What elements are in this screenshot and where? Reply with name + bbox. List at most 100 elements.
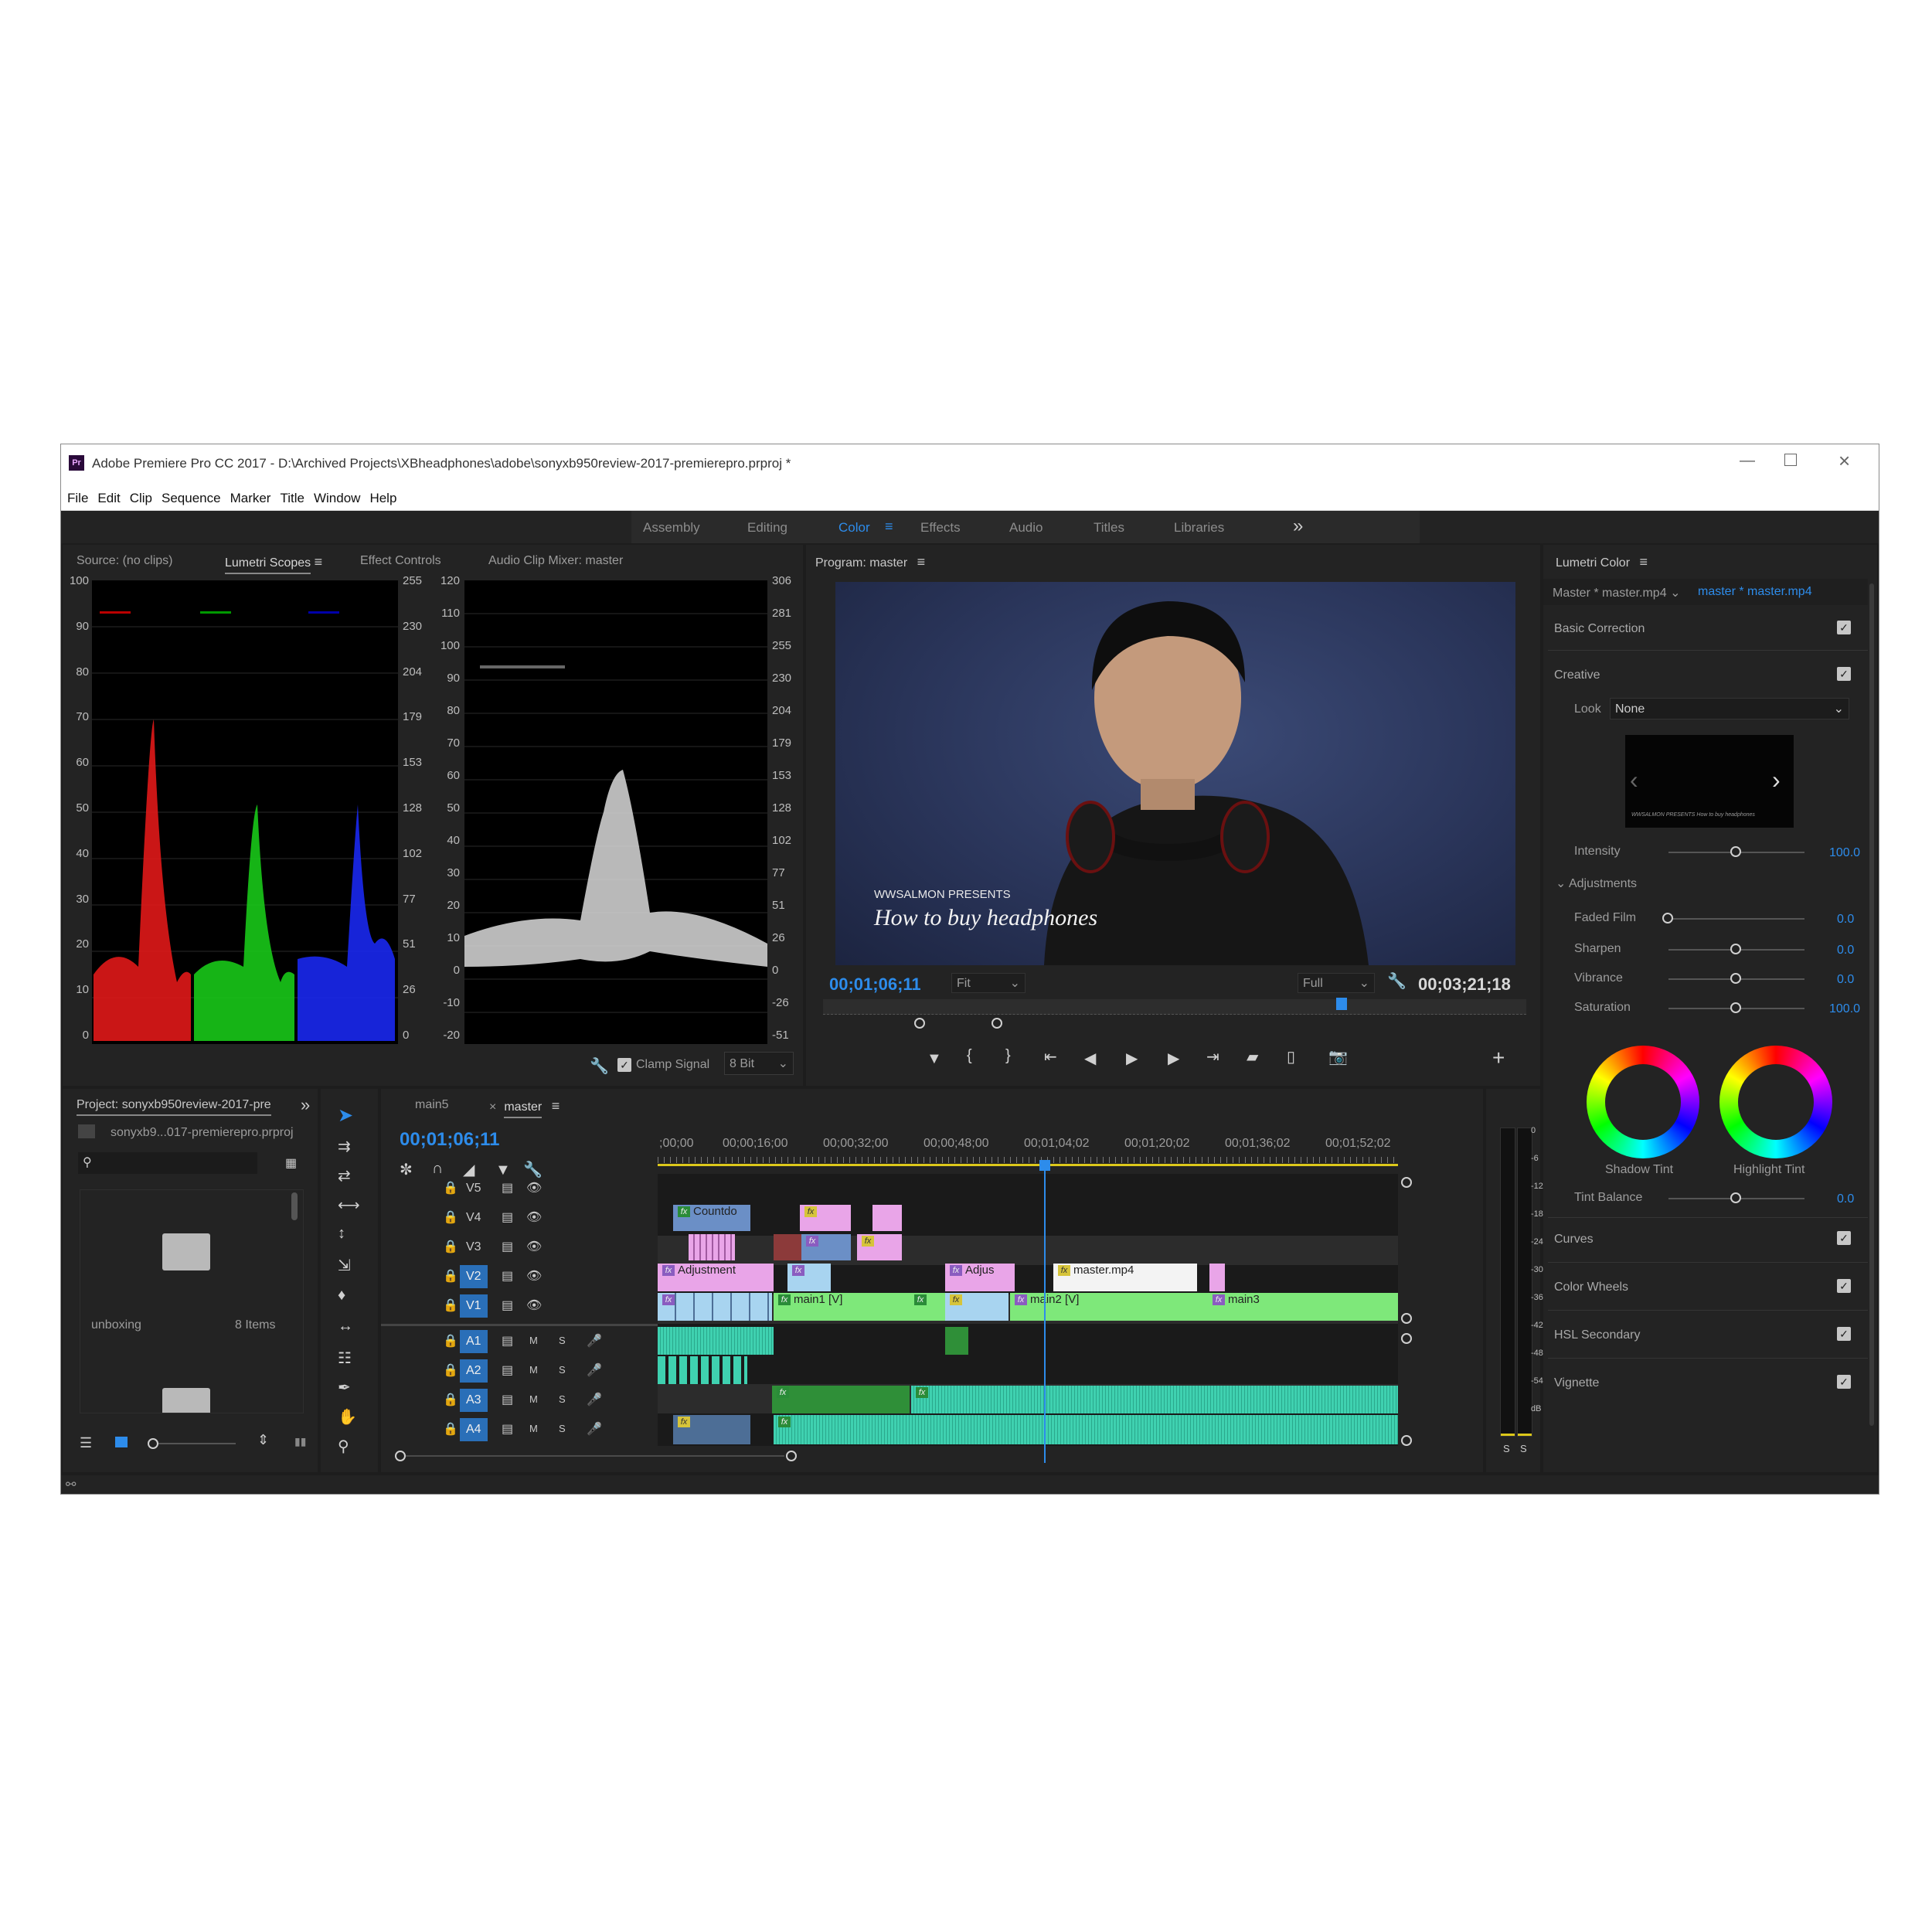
sharpen-knob[interactable] (1730, 944, 1741, 954)
basic-correction-header[interactable]: Basic Correction (1554, 622, 1645, 636)
clip-a3[interactable]: fx (911, 1386, 1398, 1413)
highlight-tint-wheel[interactable] (1719, 1046, 1832, 1158)
clip-v1-green[interactable]: fx (910, 1293, 945, 1321)
menu-marker[interactable]: Marker (230, 491, 271, 505)
panel-menu-icon[interactable]: ≡ (315, 554, 323, 570)
maximize-icon[interactable] (1784, 454, 1797, 466)
sort-icon[interactable]: ⇕ (257, 1432, 269, 1448)
sync-lock-icon[interactable]: ▤ (502, 1362, 513, 1378)
lock-icon[interactable]: 🔒 (443, 1362, 458, 1378)
sync-lock-icon[interactable]: ▤ (502, 1180, 513, 1196)
clip-v3-pink[interactable]: fx (857, 1234, 902, 1260)
quality-select[interactable]: Full ⌄ (1298, 973, 1375, 993)
clip-v2-blue[interactable]: fx (787, 1264, 831, 1291)
timeline-zoom-right[interactable] (786, 1451, 797, 1461)
lock-icon[interactable]: 🔒 (443, 1421, 458, 1437)
sync-lock-icon[interactable]: ▤ (502, 1333, 513, 1349)
slide-tool-icon[interactable]: ↔ (338, 1318, 353, 1335)
mute-button[interactable]: M (529, 1393, 538, 1405)
clip-a1[interactable] (658, 1327, 774, 1355)
menu-edit[interactable]: Edit (97, 491, 120, 505)
pen-tool-icon[interactable]: ☷ (338, 1349, 352, 1368)
lock-icon[interactable]: 🔒 (443, 1392, 458, 1407)
adjustments-toggle[interactable]: ⌄ Adjustments (1556, 876, 1637, 891)
track-scroll-knob[interactable] (1401, 1177, 1412, 1188)
step-back-icon[interactable]: ◀ (1084, 1049, 1096, 1068)
lock-icon[interactable]: 🔒 (443, 1268, 458, 1284)
solo-button[interactable]: S (559, 1423, 566, 1434)
clip-v1-blue[interactable]: fx (658, 1293, 772, 1321)
workspace-color[interactable]: Color (838, 520, 870, 536)
menu-window[interactable]: Window (314, 491, 360, 505)
solo-button[interactable]: S (559, 1335, 566, 1346)
creative-cloud-icon[interactable]: ⚯ (66, 1477, 76, 1492)
go-to-in-icon[interactable]: ⇤ (1044, 1047, 1057, 1066)
mic-icon[interactable]: 🎤 (587, 1362, 602, 1378)
sync-lock-icon[interactable]: ▤ (502, 1209, 513, 1225)
clip-v3-blue[interactable]: fx (801, 1234, 851, 1260)
add-marker-icon[interactable]: ▼ (927, 1050, 942, 1068)
lock-icon[interactable]: 🔒 (443, 1298, 458, 1313)
workspace-titles[interactable]: Titles (1094, 520, 1124, 536)
track-target-v1[interactable]: V1 (460, 1294, 488, 1318)
clip-a4[interactable]: fx (774, 1415, 1398, 1444)
clip-v1-blue[interactable]: fx (945, 1293, 1009, 1321)
mark-in-icon[interactable]: { (967, 1047, 972, 1065)
program-scrub-bar[interactable] (823, 999, 1526, 1015)
clip-a3-green[interactable]: fx (772, 1386, 910, 1413)
folder-icon[interactable] (162, 1233, 210, 1270)
panel-menu-icon[interactable]: ≡ (917, 554, 926, 570)
curves-header[interactable]: Curves (1554, 1233, 1594, 1247)
track-scroll-knob[interactable] (1401, 1313, 1412, 1324)
eye-icon[interactable]: 👁 (526, 1268, 542, 1284)
clip-master[interactable]: fx master.mp4 (1053, 1264, 1197, 1291)
faded-film-knob[interactable] (1662, 913, 1673, 923)
lumetri-scrollbar[interactable] (1869, 583, 1874, 1426)
clip-adju[interactable]: fx Adjus (945, 1264, 1015, 1291)
timeline-zoom-bar[interactable] (406, 1455, 784, 1457)
nest-toggle-icon[interactable]: ✼ (400, 1160, 413, 1179)
clip-main1[interactable]: fx main1 [V] (774, 1293, 910, 1321)
selection-tool-icon[interactable]: ➤ (338, 1104, 353, 1127)
menu-help[interactable]: Help (369, 491, 396, 505)
menu-title[interactable]: Title (280, 491, 304, 505)
zoom-tool-icon[interactable]: ⚲ (338, 1437, 349, 1456)
clip-v4-pink[interactable]: fx (800, 1205, 851, 1231)
freeform-view-icon[interactable]: ▮▮ (294, 1435, 306, 1448)
mute-button[interactable]: M (529, 1364, 538, 1376)
timeline-timecode[interactable]: 00;01;06;11 (400, 1129, 499, 1151)
solo-button[interactable]: S (559, 1364, 566, 1376)
workspace-audio[interactable]: Audio (1009, 520, 1043, 536)
sync-lock-icon[interactable]: ▤ (502, 1421, 513, 1437)
lock-icon[interactable]: 🔒 (443, 1333, 458, 1349)
workspace-menu-icon[interactable]: ≡ (885, 519, 893, 535)
intensity-value[interactable]: 100.0 (1829, 846, 1860, 860)
clip-main2[interactable]: fx main2 [V] (1010, 1293, 1208, 1321)
hsl-secondary-header[interactable]: HSL Secondary (1554, 1328, 1640, 1342)
lock-icon[interactable]: 🔒 (443, 1209, 458, 1225)
clip-v4-pink[interactable] (872, 1205, 902, 1231)
eye-icon[interactable]: 👁 (526, 1298, 542, 1313)
saturation-knob[interactable] (1730, 1002, 1741, 1013)
mic-icon[interactable]: 🎤 (587, 1392, 602, 1407)
sync-lock-icon[interactable]: ▤ (502, 1268, 513, 1284)
curves-checkbox[interactable]: ✓ (1837, 1231, 1851, 1245)
vignette-header[interactable]: Vignette (1554, 1376, 1599, 1390)
ripple-edit-tool-icon[interactable]: ⇄ (338, 1166, 351, 1185)
go-to-out-icon[interactable]: ⇥ (1206, 1047, 1219, 1066)
eye-icon[interactable]: 👁 (526, 1209, 542, 1225)
sync-lock-icon[interactable]: ▤ (502, 1392, 513, 1407)
workspace-more-icon[interactable]: » (1293, 515, 1303, 537)
close-tab-icon[interactable]: × (489, 1100, 496, 1114)
eye-icon[interactable]: 👁 (526, 1180, 542, 1196)
settings-wrench-icon[interactable]: 🔧 (1387, 971, 1406, 991)
zoom-handle-left[interactable] (914, 1018, 925, 1029)
solo-right-button[interactable]: S (1520, 1443, 1527, 1454)
solo-button[interactable]: S (559, 1393, 566, 1405)
lock-icon[interactable]: 🔒 (443, 1180, 458, 1196)
vibrance-value[interactable]: 0.0 (1837, 973, 1854, 987)
clip-selector[interactable]: master * master.mp4 (1698, 585, 1812, 599)
icon-view-icon[interactable] (115, 1437, 128, 1447)
clip-v3-red[interactable] (774, 1234, 801, 1260)
menu-clip[interactable]: Clip (130, 491, 152, 505)
